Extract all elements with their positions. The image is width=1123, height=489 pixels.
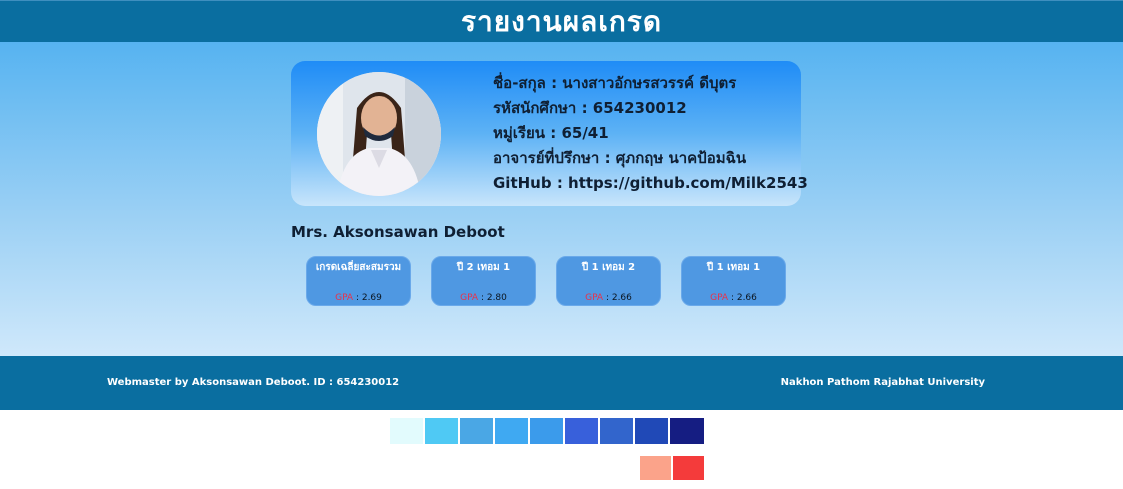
grade-card-title: ปี 1 เทอม 2 — [581, 262, 636, 273]
english-name: Mrs. Aksonsawan Deboot — [291, 223, 505, 241]
grade-card-title: เกรดเฉลี่ยสะสมรวม — [315, 262, 402, 273]
palette-swatch-warm — [673, 456, 704, 480]
avatar — [317, 72, 441, 196]
grade-card-y2-t1[interactable]: ปี 2 เทอม 1 GPA : 2.80 — [431, 256, 536, 306]
grade-card-gpa: GPA : 2.69 — [307, 293, 410, 303]
avatar-photo — [317, 72, 441, 196]
profile-advisor: อาจารย์ที่ปรึกษา : ศุภกฤษ นาคป้อมฉิน — [493, 149, 747, 167]
grade-card-gpa: GPA : 2.66 — [682, 293, 785, 303]
page-footer: Webmaster by Aksonsawan Deboot. ID : 654… — [0, 356, 1123, 410]
palette-swatch — [495, 418, 528, 444]
profile-info: ชื่อ-สกุล : นางสาวอักษรสวรรค์ ดีบุตร รหั… — [493, 71, 808, 196]
main-content: ชื่อ-สกุล : นางสาวอักษรสวรรค์ ดีบุตร รหั… — [0, 42, 1123, 356]
grade-card-title: ปี 1 เทอม 1 — [706, 262, 761, 273]
profile-card: ชื่อ-สกุล : นางสาวอักษรสวรรค์ ดีบุตร รหั… — [291, 61, 808, 206]
footer-university: Nakhon Pathom Rajabhat University — [780, 377, 985, 388]
grade-card-cumulative[interactable]: เกรดเฉลี่ยสะสมรวม GPA : 2.69 — [306, 256, 411, 306]
palette-swatch — [460, 418, 493, 444]
grade-card-gpa: GPA : 2.80 — [432, 293, 535, 303]
grade-card-gpa: GPA : 2.66 — [557, 293, 660, 303]
grade-card-title: ปี 2 เทอม 1 — [456, 262, 511, 273]
gpa-label: GPA — [585, 293, 604, 303]
footer-webmaster: Webmaster by Aksonsawan Deboot. ID : 654… — [107, 377, 400, 388]
gpa-label: GPA — [710, 293, 729, 303]
gpa-label: GPA — [335, 293, 354, 303]
palette-swatch-warm — [640, 456, 671, 480]
palette-swatch — [425, 418, 458, 444]
gpa-value: : 2.66 — [728, 293, 757, 303]
palette-swatch — [565, 418, 598, 444]
profile-name: ชื่อ-สกุล : นางสาวอักษรสวรรค์ ดีบุตร — [493, 74, 737, 92]
gpa-value: : 2.69 — [353, 293, 382, 303]
palette-swatch — [530, 418, 563, 444]
gpa-value: : 2.80 — [478, 293, 507, 303]
page-header: รายงานผลเกรด — [0, 0, 1123, 42]
profile-github: GitHub : https://github.com/Milk2543 — [493, 174, 808, 192]
palette-swatch — [670, 418, 704, 444]
gpa-label: GPA — [460, 293, 479, 303]
palette-swatch — [390, 418, 423, 444]
page-title: รายงานผลเกรด — [460, 4, 662, 38]
profile-group: หมู่เรียน : 65/41 — [493, 124, 609, 142]
profile-student-id: รหัสนักศึกษา : 654230012 — [493, 99, 687, 117]
gpa-value: : 2.66 — [603, 293, 632, 303]
grade-card-y1-t2[interactable]: ปี 1 เทอม 2 GPA : 2.66 — [556, 256, 661, 306]
palette-swatch — [600, 418, 633, 444]
palette-swatch — [635, 418, 668, 444]
grade-card-y1-t1[interactable]: ปี 1 เทอม 1 GPA : 2.66 — [681, 256, 786, 306]
